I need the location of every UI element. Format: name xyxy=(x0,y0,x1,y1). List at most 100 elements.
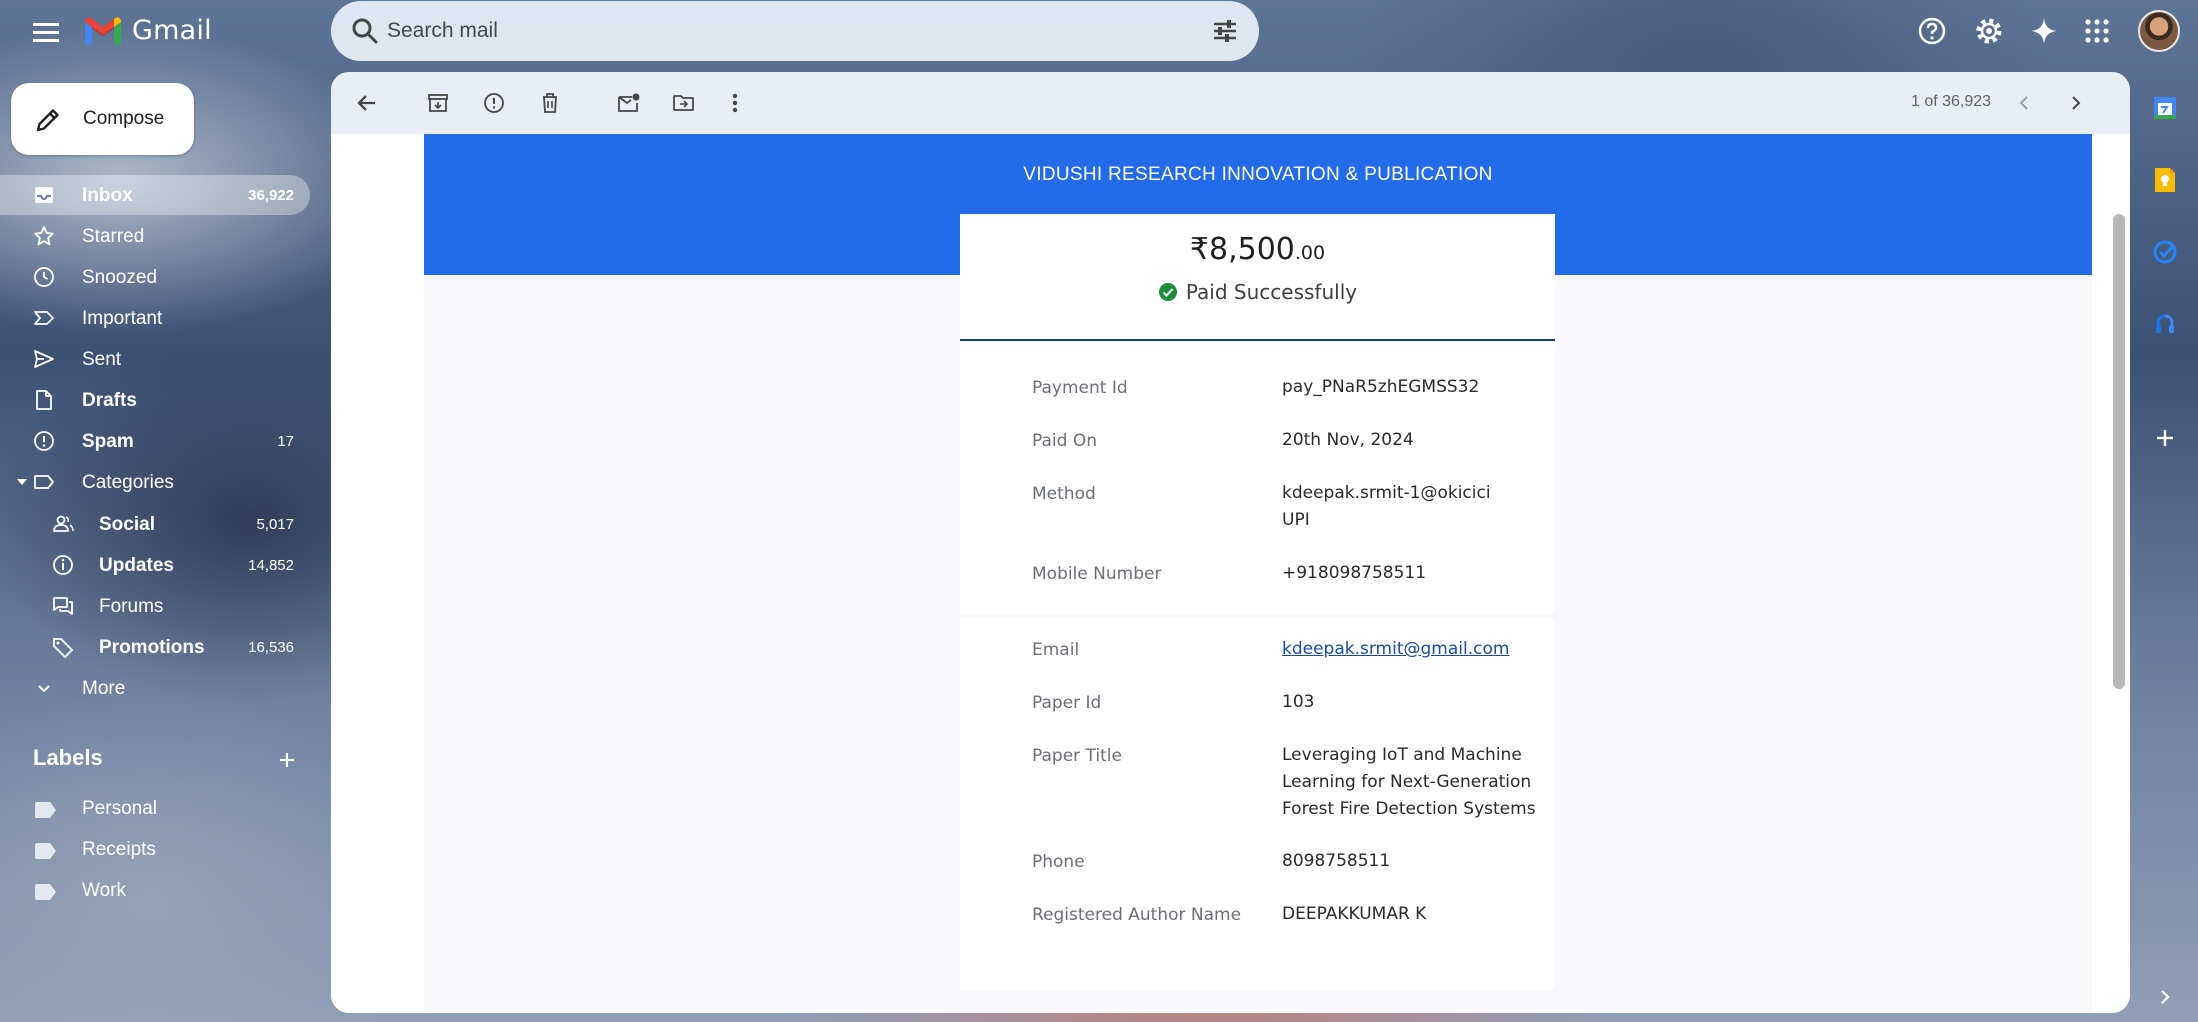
nav-label: Snoozed xyxy=(82,267,158,288)
nav-label: Drafts xyxy=(82,390,137,411)
account-avatar[interactable] xyxy=(2138,10,2180,52)
detail-label: Paper Title xyxy=(1032,746,1122,766)
move-to-folder-icon[interactable] xyxy=(668,87,700,119)
label-tag-icon xyxy=(35,802,57,818)
nav-count: 36,922 xyxy=(248,187,294,204)
older-chevron-right-icon[interactable] xyxy=(2060,87,2092,119)
more-options-icon[interactable] xyxy=(719,87,751,119)
detail-label: Registered Author Name xyxy=(1032,905,1242,925)
nav-item-social[interactable]: Social 5,017 xyxy=(0,504,310,544)
nav-label: Starred xyxy=(82,226,145,247)
amount-decimal: .00 xyxy=(1294,242,1326,264)
detail-label: Paper Id xyxy=(1032,693,1102,713)
detail-value: DEEPAKKUMAR K xyxy=(1282,904,1427,924)
nav-label: Inbox xyxy=(82,185,133,206)
nav-label: Social xyxy=(99,514,155,535)
submission-details-section: Email kdeepak.srmit@gmail.com Paper Id 1… xyxy=(960,618,1555,990)
nav-item-starred[interactable]: Starred xyxy=(0,216,310,256)
nav-label: Sent xyxy=(82,349,122,370)
compose-label: Compose xyxy=(83,108,165,129)
status-text: Paid Successfully xyxy=(1185,280,1358,304)
paper-title-line: Leveraging IoT and Machine xyxy=(1282,745,1522,765)
payment-summary-card: ₹8,500.00 Paid Successfully xyxy=(960,214,1555,341)
search-input[interactable]: Search mail xyxy=(387,19,498,43)
detail-value: kdeepak.srmit-1@okicici xyxy=(1282,483,1491,503)
search-icon[interactable] xyxy=(349,15,381,47)
nav-count: 17 xyxy=(277,433,294,450)
check-circle-icon xyxy=(1158,283,1177,301)
add-addon-icon[interactable] xyxy=(2148,421,2182,455)
settings-gear-icon[interactable] xyxy=(1970,12,2008,50)
nav-count: 5,017 xyxy=(256,516,294,533)
gmail-logo-icon xyxy=(85,17,121,44)
detail-label: Phone xyxy=(1032,852,1085,872)
detail-value-secondary: UPI xyxy=(1282,510,1310,530)
label-name: Receipts xyxy=(82,839,156,860)
add-label-icon[interactable] xyxy=(274,747,300,773)
spam-icon xyxy=(33,430,55,452)
nav-item-drafts[interactable]: Drafts xyxy=(0,380,310,420)
gemini-sparkle-icon[interactable] xyxy=(2025,12,2063,50)
paper-title-line: Forest Fire Detection Systems xyxy=(1282,799,1536,819)
expand-side-panel-chevron-icon[interactable] xyxy=(2148,980,2182,1014)
keep-app-icon[interactable] xyxy=(2148,163,2182,197)
send-icon xyxy=(33,348,55,370)
nav-item-important[interactable]: Important xyxy=(0,298,310,338)
detail-label: Payment Id xyxy=(1032,378,1128,398)
label-item-personal[interactable]: Personal xyxy=(0,790,310,828)
main-menu-icon[interactable] xyxy=(26,12,66,52)
clock-icon xyxy=(33,266,55,288)
nav-item-inbox[interactable]: Inbox 36,922 xyxy=(0,175,310,215)
vertical-scrollbar[interactable] xyxy=(2113,214,2125,689)
detail-value: +918098758511 xyxy=(1282,563,1427,583)
delete-trash-icon[interactable] xyxy=(534,87,566,119)
gmail-logo[interactable]: Gmail xyxy=(82,14,212,46)
nav-count: 14,852 xyxy=(248,557,294,574)
message-toolbar: 1 of 36,923 xyxy=(331,72,2130,134)
label-outline-icon xyxy=(33,471,55,493)
important-icon xyxy=(33,307,55,329)
message-panel: 1 of 36,923 VIDUSHI RESEARCH INNOVATION … xyxy=(331,72,2130,1013)
caret-down-icon[interactable] xyxy=(17,479,27,487)
back-arrow-icon[interactable] xyxy=(351,87,383,119)
pencil-icon xyxy=(33,105,63,135)
nav-item-snoozed[interactable]: Snoozed xyxy=(0,257,310,297)
calendar-app-icon[interactable] xyxy=(2148,91,2182,125)
report-spam-icon[interactable] xyxy=(478,87,510,119)
nav-item-updates[interactable]: Updates 14,852 xyxy=(0,545,310,585)
nav-item-promotions[interactable]: Promotions 16,536 xyxy=(0,627,310,667)
newer-chevron-left-icon[interactable] xyxy=(2008,87,2040,119)
detail-value: pay_PNaR5zhEGMSS32 xyxy=(1282,377,1480,397)
amount-main: ₹8,500 xyxy=(1189,232,1295,267)
help-icon[interactable] xyxy=(1913,12,1951,50)
nav-item-more[interactable]: More xyxy=(0,668,310,708)
app-name: Gmail xyxy=(132,14,212,46)
label-tag-icon xyxy=(35,884,57,900)
apps-grid-icon[interactable] xyxy=(2078,12,2116,50)
label-tag-icon xyxy=(35,843,57,859)
search-options-icon[interactable] xyxy=(1209,15,1241,47)
nav-count: 16,536 xyxy=(248,639,294,656)
label-item-receipts[interactable]: Receipts xyxy=(0,831,310,869)
nav-item-spam[interactable]: Spam 17 xyxy=(0,421,310,461)
people-icon xyxy=(52,513,74,535)
nav-item-categories[interactable]: Categories xyxy=(0,462,310,502)
compose-button[interactable]: Compose xyxy=(11,83,194,155)
top-bar: Gmail Search mail xyxy=(0,0,2198,62)
email-link[interactable]: kdeepak.srmit@gmail.com xyxy=(1282,636,1509,663)
nav-label: Important xyxy=(82,308,163,329)
tasks-app-icon[interactable] xyxy=(2148,235,2182,269)
search-bar[interactable]: Search mail xyxy=(331,1,1259,61)
archive-icon[interactable] xyxy=(422,87,454,119)
label-name: Work xyxy=(82,880,126,901)
label-name: Personal xyxy=(82,798,157,819)
label-item-work[interactable]: Work xyxy=(0,872,310,910)
nav-item-sent[interactable]: Sent xyxy=(0,339,310,379)
mark-unread-icon[interactable] xyxy=(613,87,645,119)
nav-label: Updates xyxy=(99,555,174,576)
nav-label: Forums xyxy=(99,596,164,617)
payment-amount: ₹8,500.00 xyxy=(960,232,1555,267)
contacts-app-icon[interactable] xyxy=(2148,307,2182,341)
detail-label: Method xyxy=(1032,484,1096,504)
nav-item-forums[interactable]: Forums xyxy=(0,586,310,626)
